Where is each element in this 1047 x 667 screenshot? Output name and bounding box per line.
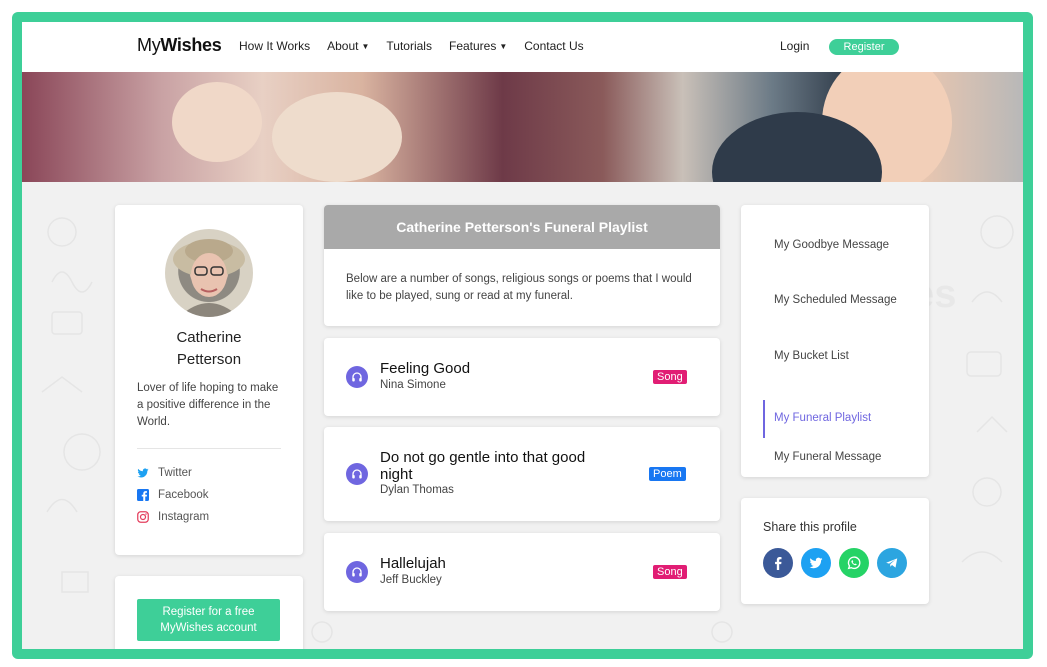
track-artist: Nina Simone [380,379,446,391]
headphones-icon [346,366,368,388]
share-whatsapp-button[interactable] [839,548,869,578]
nav-tutorials[interactable]: Tutorials [386,39,432,53]
profile-side-nav: My Goodbye Message My Scheduled Message … [741,205,929,477]
caret-down-icon: ▼ [499,42,507,51]
playlist-title: Catherine Petterson's Funeral Playlist [324,205,720,249]
page-frame: es MyWishes How It Works About▼ Tutorial… [12,12,1033,659]
share-twitter-button[interactable] [801,548,831,578]
playlist-header-card: Catherine Petterson's Funeral Playlist B… [324,205,720,326]
headphones-icon [346,561,368,583]
track-type-badge: Poem [649,467,686,481]
whatsapp-icon [846,555,862,571]
playlist-description: Below are a number of songs, religious s… [346,271,696,305]
facebook-icon [137,489,149,501]
headphones-icon [346,463,368,485]
divider [137,448,281,449]
avatar [165,229,253,317]
avatar-portrait [165,229,253,317]
hero-banner-image [22,72,1023,182]
share-telegram-button[interactable] [877,548,907,578]
side-nav-scheduled-message[interactable]: My Scheduled Message [774,292,914,309]
instagram-icon [137,511,149,523]
track-artist: Jeff Buckley [380,574,442,586]
nav-links: How It Works About▼ Tutorials Features▼ … [239,39,601,53]
share-profile-card: Share this profile [741,498,929,604]
profile-card: Catherine Petterson Lover of life hoping… [115,205,303,555]
nav-how-it-works[interactable]: How It Works [239,39,310,53]
track-title: Hallelujah [380,555,620,572]
social-link-instagram[interactable]: Instagram [137,511,209,523]
nav-features[interactable]: Features▼ [449,39,507,53]
caret-down-icon: ▼ [361,42,369,51]
active-indicator [763,400,765,438]
nav-contact-us[interactable]: Contact Us [524,39,583,53]
side-nav-funeral-message[interactable]: My Funeral Message [774,449,914,466]
hero-shape [172,82,262,162]
top-navbar: MyWishes How It Works About▼ Tutorials F… [22,22,1023,72]
facebook-icon [771,556,785,570]
track-type-badge: Song [653,370,687,384]
login-link[interactable]: Login [780,39,809,53]
side-nav-goodbye-message[interactable]: My Goodbye Message [774,237,914,254]
side-nav-funeral-playlist[interactable]: My Funeral Playlist [774,410,914,427]
track-type-badge: Song [653,565,687,579]
register-cta-card: Register for a free MyWishes account [115,576,303,649]
telegram-icon [885,556,899,570]
hero-shape [272,92,402,182]
register-button[interactable]: Register [829,39,899,55]
side-nav-bucket-list[interactable]: My Bucket List [774,348,914,365]
share-facebook-button[interactable] [763,548,793,578]
nav-about[interactable]: About▼ [327,39,369,53]
share-title: Share this profile [763,520,857,534]
playlist-track[interactable]: Hallelujah Jeff Buckley Song [324,533,720,611]
register-free-account-button[interactable]: Register for a free MyWishes account [137,599,280,641]
twitter-icon [809,556,823,570]
social-link-facebook[interactable]: Facebook [137,489,209,501]
twitter-icon [137,467,149,479]
profile-bio: Lover of life hoping to make a positive … [137,380,282,431]
mywishes-logo[interactable]: MyWishes [137,35,221,56]
playlist-track[interactable]: Do not go gentle into that good night Dy… [324,427,720,521]
playlist-track[interactable]: Feeling Good Nina Simone Song [324,338,720,416]
browser-viewport: es MyWishes How It Works About▼ Tutorial… [22,22,1023,649]
track-artist: Dylan Thomas [380,484,454,496]
profile-name: Catherine Petterson [115,327,303,371]
social-link-twitter[interactable]: Twitter [137,467,192,479]
track-title: Feeling Good [380,360,620,377]
track-title: Do not go gentle into that good night [380,449,620,483]
